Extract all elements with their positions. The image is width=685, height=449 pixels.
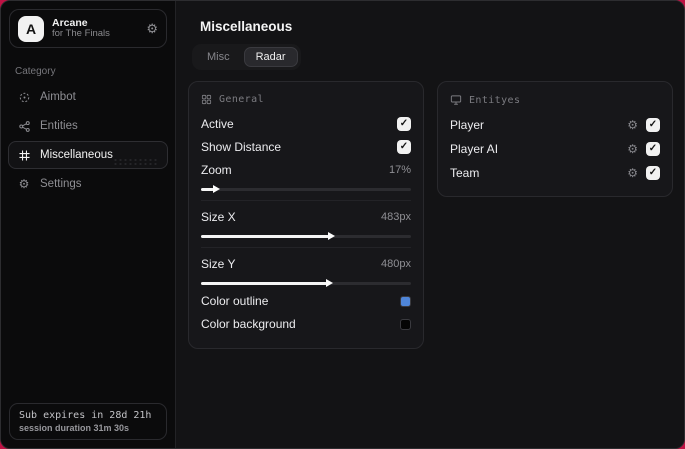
team-checkbox[interactable]: ✓	[646, 166, 660, 180]
tab-radar[interactable]: Radar	[243, 47, 298, 67]
general-panel: General Active ✓ Show Distance ✓ Zoom 17…	[188, 81, 424, 349]
sidebar-item-label: Aimbot	[40, 91, 76, 103]
color-label: Color background	[201, 317, 296, 331]
tab-misc[interactable]: Misc	[195, 47, 242, 67]
sidebar-nav: Aimbot Entities Miscellaneous ⚙ Settings	[1, 83, 175, 198]
sidebar-item-settings[interactable]: ⚙ Settings	[8, 170, 168, 198]
entity-row-player-ai: Player AI ⚙ ✓	[450, 138, 660, 160]
gear-icon[interactable]: ⚙	[627, 119, 638, 131]
toggle-row-show-distance: Show Distance ✓	[201, 136, 411, 158]
size-x-value: 483px	[381, 211, 411, 223]
session-duration-text: session duration 31m 30s	[19, 423, 130, 433]
entity-label: Player	[450, 118, 485, 132]
slider-label: Size X	[201, 210, 236, 224]
show-distance-checkbox[interactable]: ✓	[397, 140, 411, 154]
slider-row-size-x: Size X 483px	[201, 206, 411, 228]
color-row-outline: Color outline	[201, 290, 411, 312]
grid-icon	[201, 94, 212, 105]
slider-thumb[interactable]	[328, 232, 336, 240]
toggle-label: Show Distance	[201, 140, 282, 154]
sidebar-item-aimbot[interactable]: Aimbot	[8, 83, 168, 111]
sub-expires-text: Sub expires in 28d 21h	[19, 410, 152, 421]
category-label: Category	[15, 66, 56, 77]
sidebar-item-entities[interactable]: Entities	[8, 112, 168, 140]
entity-row-player: Player ⚙ ✓	[450, 114, 660, 136]
player-checkbox[interactable]: ✓	[646, 118, 660, 132]
color-label: Color outline	[201, 294, 269, 308]
tab-group: Misc Radar	[192, 44, 301, 70]
sidebar-item-miscellaneous[interactable]: Miscellaneous	[8, 141, 168, 169]
crosshair-icon	[17, 91, 31, 104]
grid-hash-icon	[17, 149, 31, 162]
color-row-background: Color background	[201, 313, 411, 335]
zoom-value: 17%	[388, 164, 411, 176]
slider-label: Zoom	[201, 163, 232, 177]
entity-label: Team	[450, 166, 480, 180]
gear-icon[interactable]: ⚙	[627, 143, 638, 155]
slider-row-zoom: Zoom 17%	[201, 159, 411, 181]
app-window: A Arcane for The Finals ⚙ Category Aimbo…	[0, 0, 685, 449]
subscription-info-card: Sub expires in 28d 21h session duration …	[9, 403, 167, 440]
logo-card: A Arcane for The Finals ⚙	[9, 9, 167, 48]
slider-row-size-y: Size Y 480px	[201, 253, 411, 275]
sidebar: A Arcane for The Finals ⚙ Category Aimbo…	[1, 1, 176, 448]
toggle-label: Active	[201, 117, 234, 131]
size-y-slider[interactable]	[201, 277, 411, 289]
slider-label: Size Y	[201, 257, 236, 271]
entity-row-team: Team ⚙ ✓	[450, 162, 660, 184]
entities-panel: Entityes Player ⚙ ✓ Player AI ⚙ ✓ Team ⚙…	[437, 81, 673, 197]
sidebar-item-label: Settings	[40, 178, 82, 190]
slider-thumb[interactable]	[326, 279, 333, 287]
entities-icon	[17, 120, 31, 133]
size-x-slider[interactable]	[201, 230, 411, 242]
general-panel-title: General	[219, 94, 264, 105]
divider	[201, 200, 411, 201]
dots-decoration	[113, 158, 159, 165]
color-outline-swatch[interactable]	[400, 295, 411, 307]
entity-label: Player AI	[450, 142, 499, 156]
logo-gear-icon[interactable]: ⚙	[146, 22, 158, 35]
slider-thumb[interactable]	[212, 185, 220, 193]
page-title: Miscellaneous	[200, 19, 293, 34]
sidebar-item-label: Entities	[40, 120, 78, 132]
active-checkbox[interactable]: ✓	[397, 117, 411, 131]
size-y-value: 480px	[381, 258, 411, 270]
gear-icon[interactable]: ⚙	[627, 167, 638, 179]
entities-panel-title: Entityes	[469, 94, 521, 106]
divider	[201, 247, 411, 248]
player-ai-checkbox[interactable]: ✓	[646, 142, 660, 156]
color-background-swatch[interactable]	[400, 318, 411, 330]
app-subtitle: for The Finals	[52, 28, 110, 40]
monitor-icon	[450, 94, 462, 106]
main-content: Miscellaneous Misc Radar General Active …	[176, 1, 684, 448]
app-logo-avatar: A	[18, 15, 44, 42]
toggle-row-active: Active ✓	[201, 113, 411, 135]
sidebar-item-label: Miscellaneous	[40, 149, 113, 161]
gear-icon: ⚙	[18, 177, 30, 191]
zoom-slider[interactable]	[201, 183, 411, 195]
